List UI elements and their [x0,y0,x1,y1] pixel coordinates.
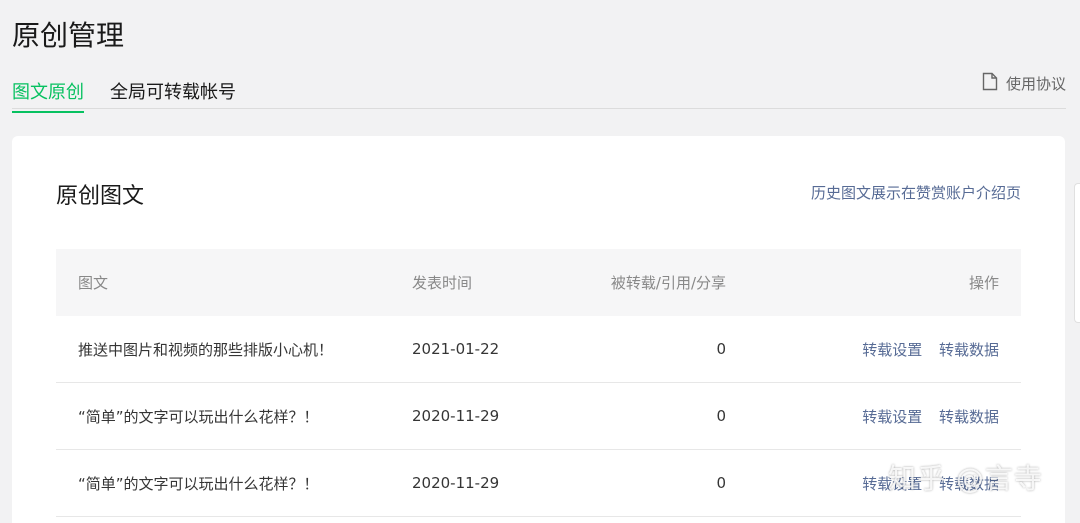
original-articles-card: 原创图文 历史图文展示在赞赏账户介绍页 图文 发表时间 被转载/引用/分享 操作… [12,136,1065,523]
table-header: 图文 发表时间 被转载/引用/分享 操作 [56,249,1021,316]
table-row: “简单”的文字可以玩出什么花样？！ 2020-11-29 0 转载设置 转载数据 [56,450,1021,517]
publish-time: 2020-11-29 [412,407,500,425]
usage-agreement-label: 使用协议 [1005,75,1066,93]
article-title: “简单”的文字可以玩出什么花样？！ [78,474,319,493]
row-actions: 转载设置 转载数据 [726,473,1021,494]
publish-time: 2021-01-22 [412,340,500,358]
usage-agreement-link[interactable]: 使用协议 [982,72,1066,95]
reward-account-link[interactable]: 历史图文展示在赞赏账户介绍页 [811,182,1021,203]
repost-count: 0 [716,340,726,358]
header-time: 发表时间 [412,274,473,292]
card-title: 原创图文 [56,184,145,209]
repost-settings-link[interactable]: 转载设置 [862,475,922,493]
row-actions: 转载设置 转载数据 [726,339,1021,360]
repost-settings-link[interactable]: 转载设置 [862,341,922,359]
page-title: 原创管理 [12,19,125,52]
tab-article-original[interactable]: 图文原创 [12,78,84,113]
table-row: “简单”的文字可以玩出什么花样？！ 2020-11-29 0 转载设置 转载数据 [56,383,1021,450]
repost-count: 0 [716,474,726,492]
publish-time: 2020-11-29 [412,474,500,492]
repost-count: 0 [716,407,726,425]
tab-global-repost-accounts[interactable]: 全局可转载帐号 [110,78,236,111]
document-icon [982,72,1006,95]
article-title: “简单”的文字可以玩出什么花样？！ [78,407,319,426]
side-panel-handle[interactable] [1074,183,1080,323]
header-title: 图文 [78,274,109,292]
row-actions: 转载设置 转载数据 [726,406,1021,427]
table-row: 推送中图片和视频的那些排版小心机！ 2021-01-22 0 转载设置 转载数据 [56,316,1021,383]
repost-data-link[interactable]: 转载数据 [939,408,999,426]
article-title: 推送中图片和视频的那些排版小心机！ [78,340,334,359]
repost-data-link[interactable]: 转载数据 [939,341,999,359]
header-count: 被转载/引用/分享 [610,274,726,292]
articles-table: 图文 发表时间 被转载/引用/分享 操作 推送中图片和视频的那些排版小心机！ 2… [56,249,1021,517]
repost-settings-link[interactable]: 转载设置 [862,408,922,426]
tab-bar: 图文原创 全局可转载帐号 使用协议 [12,72,1066,113]
repost-data-link[interactable]: 转载数据 [939,475,999,493]
header-ops: 操作 [968,274,999,292]
